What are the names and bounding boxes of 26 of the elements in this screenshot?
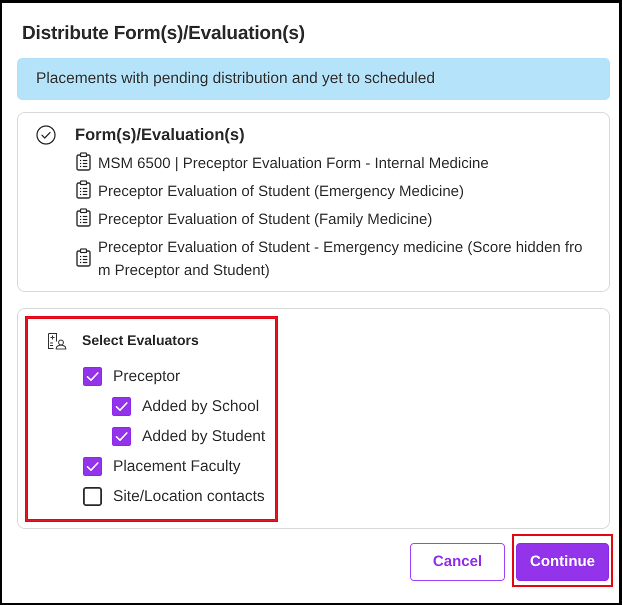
clipboard-list-icon (76, 248, 91, 266)
continue-button[interactable]: Continue (516, 543, 609, 581)
info-alert: Placements with pending distribution and yet to scheduled (17, 58, 610, 100)
clipboard-list-icon (76, 180, 91, 199)
checked-checkbox[interactable] (83, 457, 102, 476)
checkbox-label: Placement Faculty (113, 457, 240, 476)
form-name: MSM 6500 | Preceptor Evaluation Form - Internal Medicine (98, 154, 489, 174)
checkbox-label: Site/Location contacts (113, 487, 265, 506)
section-heading: Form(s)/Evaluation(s) (75, 125, 245, 146)
circle-check-icon (36, 125, 56, 145)
checkbox-label: Added by School (142, 397, 260, 416)
checked-checkbox[interactable] (112, 397, 131, 416)
document-person-icon (47, 332, 67, 350)
checkbox[interactable] (83, 487, 102, 506)
clipboard-list-icon (76, 152, 91, 171)
checkbox-label: Added by Student (142, 427, 266, 446)
form-name: Preceptor Evaluation of Student (Emergency Medicine) (98, 182, 464, 202)
dialog-title: Distribute Form(s)/Evaluation(s) (22, 22, 306, 46)
clipboard-list-icon (76, 208, 91, 227)
form-name: Preceptor Evaluation of Student - Emergency medicine (Score hidden from Preceptor and Student) (98, 238, 584, 281)
checked-checkbox[interactable] (83, 367, 102, 386)
form-name: Preceptor Evaluation of Student (Family Medicine) (98, 210, 432, 230)
cancel-button[interactable]: Cancel (410, 543, 505, 581)
checked-checkbox[interactable] (112, 427, 131, 446)
section-heading: Select Evaluators (82, 331, 199, 350)
checkbox-label: Preceptor (113, 367, 180, 386)
